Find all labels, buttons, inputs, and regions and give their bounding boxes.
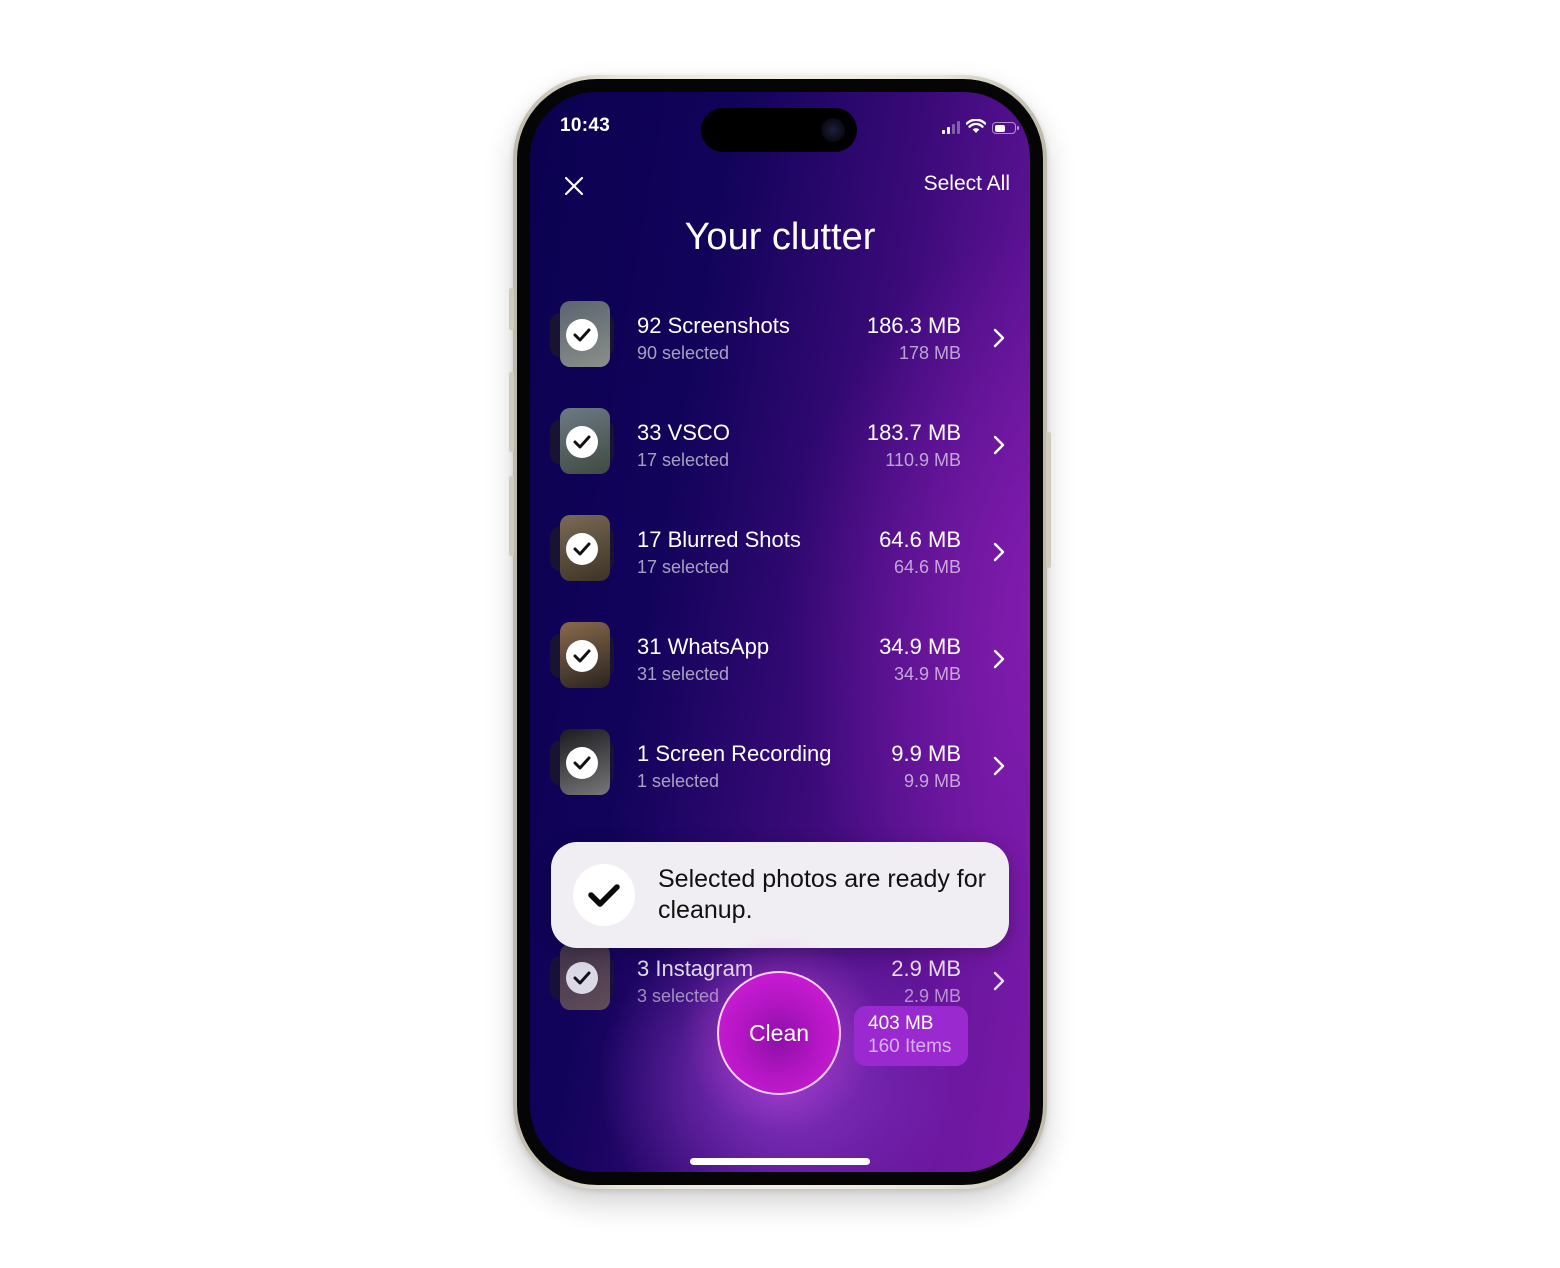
category-size: 64.6 MB	[879, 527, 961, 552]
category-selected-size: 178 MB	[898, 343, 961, 363]
selection-checkbox[interactable]	[566, 319, 598, 351]
toast-message: Selected photos are ready for cleanup.	[658, 865, 986, 924]
category-selected-size: 9.9 MB	[903, 771, 961, 791]
thumbnail-stack	[548, 622, 620, 688]
selection-checkbox[interactable]	[566, 640, 598, 672]
category-title: 92 Screenshots	[637, 313, 790, 338]
chevron-right-icon	[993, 649, 1005, 669]
category-row[interactable]: 31 WhatsApp 31 selected 34.9 MB 34.9 MB	[530, 618, 1030, 698]
selection-checkbox[interactable]	[566, 426, 598, 458]
select-all-button[interactable]: Select All	[924, 172, 1010, 196]
thumbnail-stack	[548, 729, 620, 795]
front-camera-icon	[821, 118, 845, 142]
checkmark-icon	[573, 542, 591, 556]
toast-check-badge	[573, 864, 635, 926]
battery-level	[994, 124, 1005, 132]
page-title: Your clutter	[684, 216, 876, 258]
chevron-right-icon	[993, 435, 1005, 455]
selection-checkbox[interactable]	[566, 747, 598, 779]
total-selected-size: 403 MB	[868, 1013, 934, 1034]
status-icons	[942, 118, 1019, 134]
category-size: 2.9 MB	[891, 956, 961, 981]
chevron-right-icon	[993, 328, 1005, 348]
category-row[interactable]: 1 Screen Recording 1 selected 9.9 MB 9.9…	[530, 725, 1030, 805]
thumbnail-stack	[548, 408, 620, 474]
cleanup-summary-badge: 403 MB 160 Items	[854, 1006, 968, 1066]
selection-checkbox[interactable]	[566, 962, 598, 994]
category-selected-size: 34.9 MB	[893, 664, 961, 684]
checkmark-icon	[573, 756, 591, 770]
action-button	[509, 288, 514, 330]
category-selected-size: 110.9 MB	[885, 450, 961, 470]
chevron-right-icon	[993, 542, 1005, 562]
app-screen: 10:43 Select All Your clutter 92 Screens…	[530, 92, 1030, 1172]
category-title: 1 Screen Recording	[637, 741, 832, 766]
total-selected-items: 160 Items	[868, 1036, 952, 1057]
chevron-right-icon	[993, 756, 1005, 776]
category-selected-size: 64.6 MB	[893, 557, 961, 577]
category-size: 9.9 MB	[891, 741, 961, 766]
cellular-signal-icon	[942, 120, 960, 134]
category-row[interactable]: 17 Blurred Shots 17 selected 64.6 MB 64.…	[530, 511, 1030, 591]
home-indicator[interactable]	[690, 1158, 870, 1165]
category-selected-size: 2.9 MB	[903, 986, 961, 1006]
volume-up-button	[509, 372, 514, 452]
checkmark-icon	[588, 884, 620, 907]
close-icon[interactable]	[560, 172, 588, 200]
category-selected-count: 1 selected	[637, 771, 720, 791]
thumbnail-stack	[548, 515, 620, 581]
category-selected-count: 31 selected	[637, 664, 730, 684]
category-title: 33 VSCO	[637, 420, 730, 445]
category-size: 186.3 MB	[866, 313, 961, 338]
category-selected-count: 17 selected	[637, 557, 730, 577]
checkmark-icon	[573, 649, 591, 663]
chevron-right-icon	[993, 971, 1005, 991]
volume-down-button	[509, 476, 514, 556]
selection-checkbox[interactable]	[566, 533, 598, 565]
checkmark-icon	[573, 971, 591, 985]
dynamic-island	[701, 108, 857, 152]
category-title: 31 WhatsApp	[637, 634, 770, 659]
category-size: 183.7 MB	[866, 420, 961, 445]
category-title: 17 Blurred Shots	[637, 527, 801, 552]
clean-button[interactable]: Clean	[717, 971, 841, 1095]
power-button	[1046, 432, 1051, 568]
status-time: 10:43	[560, 115, 611, 136]
wifi-icon	[966, 119, 986, 133]
category-selected-count: 17 selected	[637, 450, 730, 470]
checkmark-icon	[573, 328, 591, 342]
category-row[interactable]: 92 Screenshots 90 selected 186.3 MB 178 …	[530, 297, 1030, 377]
battery-icon	[992, 122, 1019, 134]
category-selected-count: 90 selected	[637, 343, 730, 363]
category-row[interactable]: 33 VSCO 17 selected 183.7 MB 110.9 MB	[530, 404, 1030, 484]
category-size: 34.9 MB	[879, 634, 961, 659]
thumbnail-stack	[548, 944, 620, 1010]
thumbnail-stack	[548, 301, 620, 367]
checkmark-icon	[573, 435, 591, 449]
